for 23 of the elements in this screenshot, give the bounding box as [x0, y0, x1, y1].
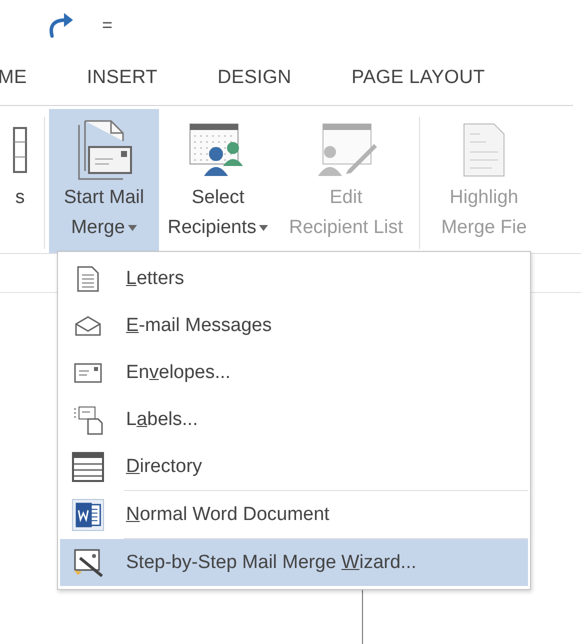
menu-item[interactable]: E-mail Messages: [60, 302, 528, 349]
word-document-icon: [72, 498, 104, 532]
menu-item[interactable]: Step-by-Step Mail Merge Wizard...: [60, 539, 528, 586]
envelope-icon: [74, 362, 102, 382]
wizard-icon: [72, 548, 104, 578]
ribbon-tab[interactable]: INSERT: [56, 66, 188, 88]
ribbon-button[interactable]: Select Recipients: [159, 109, 277, 253]
labels-icon: [72, 404, 104, 434]
menu-item[interactable]: Labels...: [60, 396, 528, 443]
menu-item[interactable]: Envelopes...: [60, 349, 528, 396]
document-icon: [462, 122, 506, 178]
ribbon-button[interactable]: Start Mail Merge: [49, 109, 159, 253]
menu-item[interactable]: Directory: [60, 443, 528, 490]
ribbon-tab[interactable]: DESIGN: [187, 66, 322, 88]
customize-toolbar-button[interactable]: =: [102, 16, 113, 34]
document-icon: [77, 266, 99, 292]
envelope-icon: [75, 316, 101, 336]
grid-icon: [13, 127, 27, 173]
menu-item[interactable]: Normal Word Document: [60, 491, 528, 538]
ribbon-tab[interactable]: PAGE LAYOUT: [321, 66, 515, 88]
menu-item[interactable]: Letters: [60, 255, 528, 302]
ribbon-button[interactable]: s: [0, 109, 40, 253]
list-icon: [72, 452, 104, 482]
